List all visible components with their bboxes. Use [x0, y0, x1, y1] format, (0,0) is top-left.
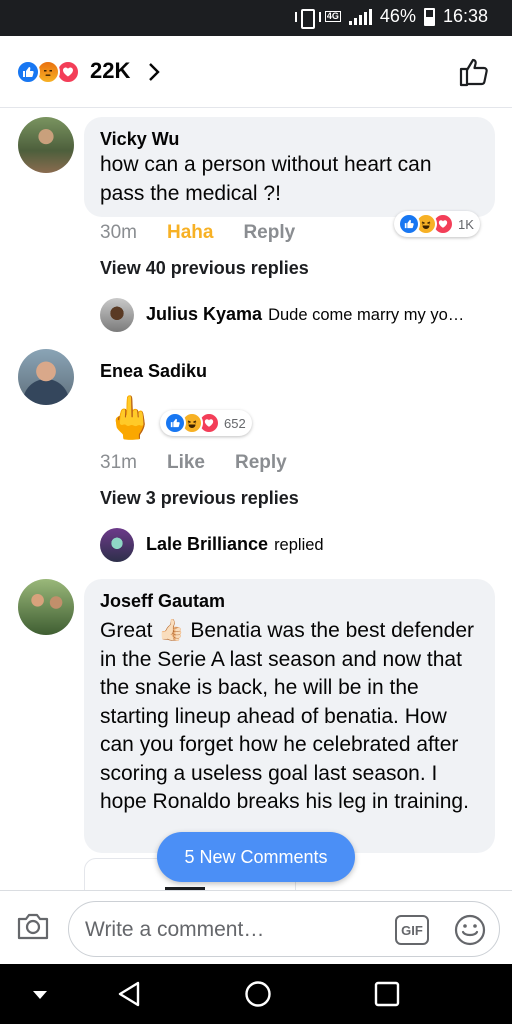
reply-preview[interactable]: Julius Kyama Dude come marry my yo… — [146, 304, 464, 325]
comment-text: Great 👍🏻 Benatia was the best defender i… — [100, 619, 475, 813]
gif-button[interactable]: GIF — [395, 915, 429, 945]
comments-sheet: 22K Vicky Wu how can a person without he… — [0, 36, 512, 964]
view-previous-replies[interactable]: View 40 previous replies — [100, 258, 309, 279]
reply-text: replied — [274, 536, 324, 554]
nav-dropdown-icon[interactable] — [32, 990, 48, 1000]
reply-button[interactable]: Reply — [243, 222, 295, 244]
comment-time: 31m — [100, 452, 137, 473]
comment-actions: 30m Haha Reply — [100, 222, 295, 244]
avatar[interactable] — [100, 528, 134, 562]
reaction-count[interactable]: 22K — [90, 58, 130, 84]
reaction-summary[interactable] — [16, 60, 88, 84]
reply-author: Julius Kyama — [146, 304, 263, 324]
network-type-label: 4G — [324, 11, 341, 22]
home-icon[interactable] — [244, 980, 272, 1008]
recent-apps-icon[interactable] — [374, 981, 400, 1007]
clock: 16:38 — [442, 6, 488, 26]
comment-author[interactable]: Enea Sadiku — [100, 359, 207, 383]
system-nav-bar — [0, 964, 512, 1024]
signal-icon — [348, 8, 372, 25]
vibrate-icon — [294, 8, 321, 29]
comment-author[interactable]: Joseff Gautam — [100, 589, 479, 613]
comment-input[interactable]: Write a comment… GIF — [68, 901, 500, 957]
reaction-count: 652 — [224, 415, 246, 431]
reactions-header: 22K — [0, 36, 512, 108]
reaction-button[interactable]: Haha — [167, 222, 213, 244]
battery-percent: 46% — [379, 6, 416, 26]
chevron-right-icon[interactable] — [144, 62, 164, 82]
reply-text: Dude come marry my yo… — [268, 306, 465, 324]
avatar[interactable] — [18, 117, 74, 173]
emoji-icon[interactable] — [453, 913, 487, 947]
comment-time: 30m — [100, 222, 137, 243]
reply-author: Lale Brilliance — [146, 534, 269, 554]
comment-bubble[interactable]: Vicky Wu how can a person without heart … — [84, 117, 495, 217]
avatar[interactable] — [18, 349, 74, 405]
comment-composer: Write a comment… GIF — [0, 890, 512, 964]
comment-emoji: 🖕 — [104, 394, 157, 441]
battery-icon — [423, 7, 435, 26]
comment-input-placeholder: Write a comment… — [85, 918, 265, 941]
comment-author[interactable]: Vicky Wu — [100, 127, 479, 151]
comment-reactions[interactable]: 1K — [394, 211, 480, 237]
comment-bubble[interactable]: Joseff Gautam Great 👍🏻 Benatia was the b… — [84, 579, 495, 853]
comment-actions: 31m Like Reply — [100, 452, 287, 474]
thumbs-up-icon[interactable] — [458, 56, 490, 88]
new-comments-button[interactable]: 5 New Comments — [157, 832, 355, 882]
camera-icon[interactable] — [16, 911, 50, 941]
comment-text: how can a person without heart can pass … — [100, 153, 432, 205]
reply-button[interactable]: Reply — [235, 452, 287, 474]
like-icon — [164, 412, 186, 434]
status-bar: 4G 46% 16:38 — [0, 0, 512, 36]
avatar[interactable] — [100, 298, 134, 332]
like-icon — [398, 213, 420, 235]
back-icon[interactable] — [116, 980, 142, 1008]
comment-reactions[interactable]: 652 — [160, 410, 252, 436]
reply-preview[interactable]: Lale Brilliance replied — [146, 534, 324, 555]
avatar[interactable] — [18, 579, 74, 635]
reaction-count: 1K — [458, 216, 474, 232]
view-previous-replies[interactable]: View 3 previous replies — [100, 488, 299, 509]
like-icon — [16, 60, 40, 84]
like-button[interactable]: Like — [167, 452, 205, 474]
